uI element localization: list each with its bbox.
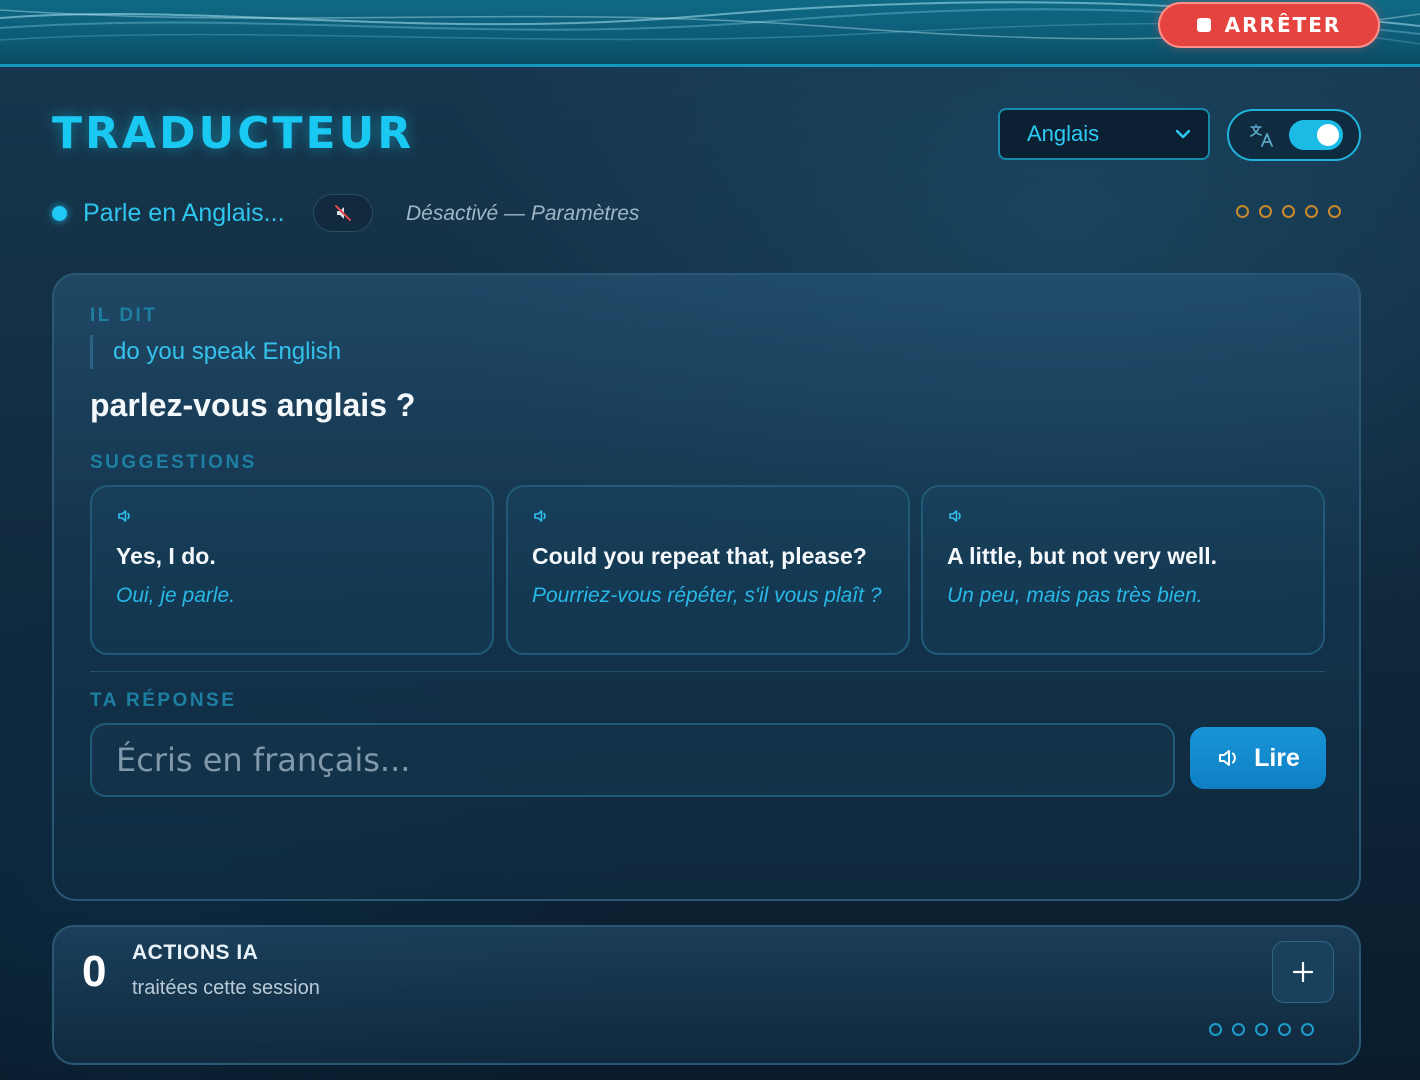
language-select-value: Anglais <box>1027 121 1100 146</box>
progress-dot <box>1232 1023 1245 1036</box>
progress-dot <box>1328 205 1341 218</box>
chevron-down-icon <box>1175 129 1191 139</box>
speaker-icon <box>949 510 961 522</box>
heard-label: IL DIT <box>90 305 158 326</box>
read-aloud-button[interactable]: Lire <box>1190 727 1326 789</box>
source-text: do you speak English <box>90 335 341 369</box>
stop-square-icon <box>1196 18 1211 32</box>
app-title: TRADUCTEUR <box>52 108 415 159</box>
answer-label: TA RÉPONSE <box>90 690 237 711</box>
toggle-switch[interactable] <box>1289 120 1343 150</box>
stop-button-label: ARRÊTER <box>1224 13 1342 37</box>
suggestion-french: Un peu, mais pas très bien. <box>947 584 1203 607</box>
progress-dot <box>1282 205 1295 218</box>
plus-icon <box>1292 961 1314 983</box>
suggestion-english: Could you repeat that, please? <box>532 543 867 569</box>
status-text: Parle en Anglais... <box>83 199 285 227</box>
progress-dot <box>1278 1023 1291 1036</box>
suggestion-card[interactable]: Could you repeat that, please? Pourriez-… <box>506 485 910 655</box>
read-button-label: Lire <box>1254 743 1300 772</box>
progress-dot <box>1259 205 1272 218</box>
ai-actions-title: ACTIONS IA <box>132 941 259 964</box>
progress-dot <box>1255 1023 1268 1036</box>
suggestions-label: SUGGESTIONS <box>90 452 257 473</box>
suggestion-french: Pourriez-vous répéter, s'il vous plaît ? <box>532 584 882 607</box>
listening-indicator <box>52 206 67 221</box>
ai-actions-card: 0 ACTIONS IA traitées cette session <box>52 925 1361 1065</box>
translate-toggle[interactable] <box>1227 109 1361 161</box>
suggestion-card[interactable]: Yes, I do. Oui, je parle. <box>90 485 494 655</box>
speaker-icon <box>534 510 546 522</box>
ai-actions-count: 0 <box>82 947 107 996</box>
conversation-card: IL DIT do you speak English parlez-vous … <box>52 273 1361 901</box>
suggestion-french: Oui, je parle. <box>116 584 236 607</box>
speaker-muted-icon <box>335 205 351 221</box>
suggestion-english: Yes, I do. <box>116 543 216 569</box>
add-action-button[interactable] <box>1272 941 1334 1003</box>
answer-input[interactable] <box>90 723 1175 797</box>
ai-actions-subtitle: traitées cette session <box>132 977 320 999</box>
suggestion-card[interactable]: A little, but not very well. Un peu, mai… <box>921 485 1325 655</box>
speaker-icon <box>118 510 130 522</box>
status-progress-dots <box>1236 205 1341 218</box>
suggestion-english: A little, but not very well. <box>947 543 1218 569</box>
progress-dot <box>1301 1023 1314 1036</box>
progress-dot <box>1305 205 1318 218</box>
toggle-knob <box>1317 124 1339 146</box>
section-divider <box>90 671 1325 672</box>
translate-icon <box>1250 124 1273 147</box>
progress-dot <box>1236 205 1249 218</box>
language-select[interactable]: Anglais <box>998 108 1210 160</box>
settings-link[interactable]: Désactivé — Paramètres <box>406 202 639 226</box>
stats-progress-dots <box>1209 1023 1314 1036</box>
speaker-icon <box>1219 750 1236 766</box>
mute-button[interactable] <box>313 194 373 232</box>
progress-dot <box>1209 1023 1222 1036</box>
stop-button[interactable]: ARRÊTER <box>1158 2 1380 48</box>
translation-text: parlez-vous anglais ? <box>90 387 416 423</box>
